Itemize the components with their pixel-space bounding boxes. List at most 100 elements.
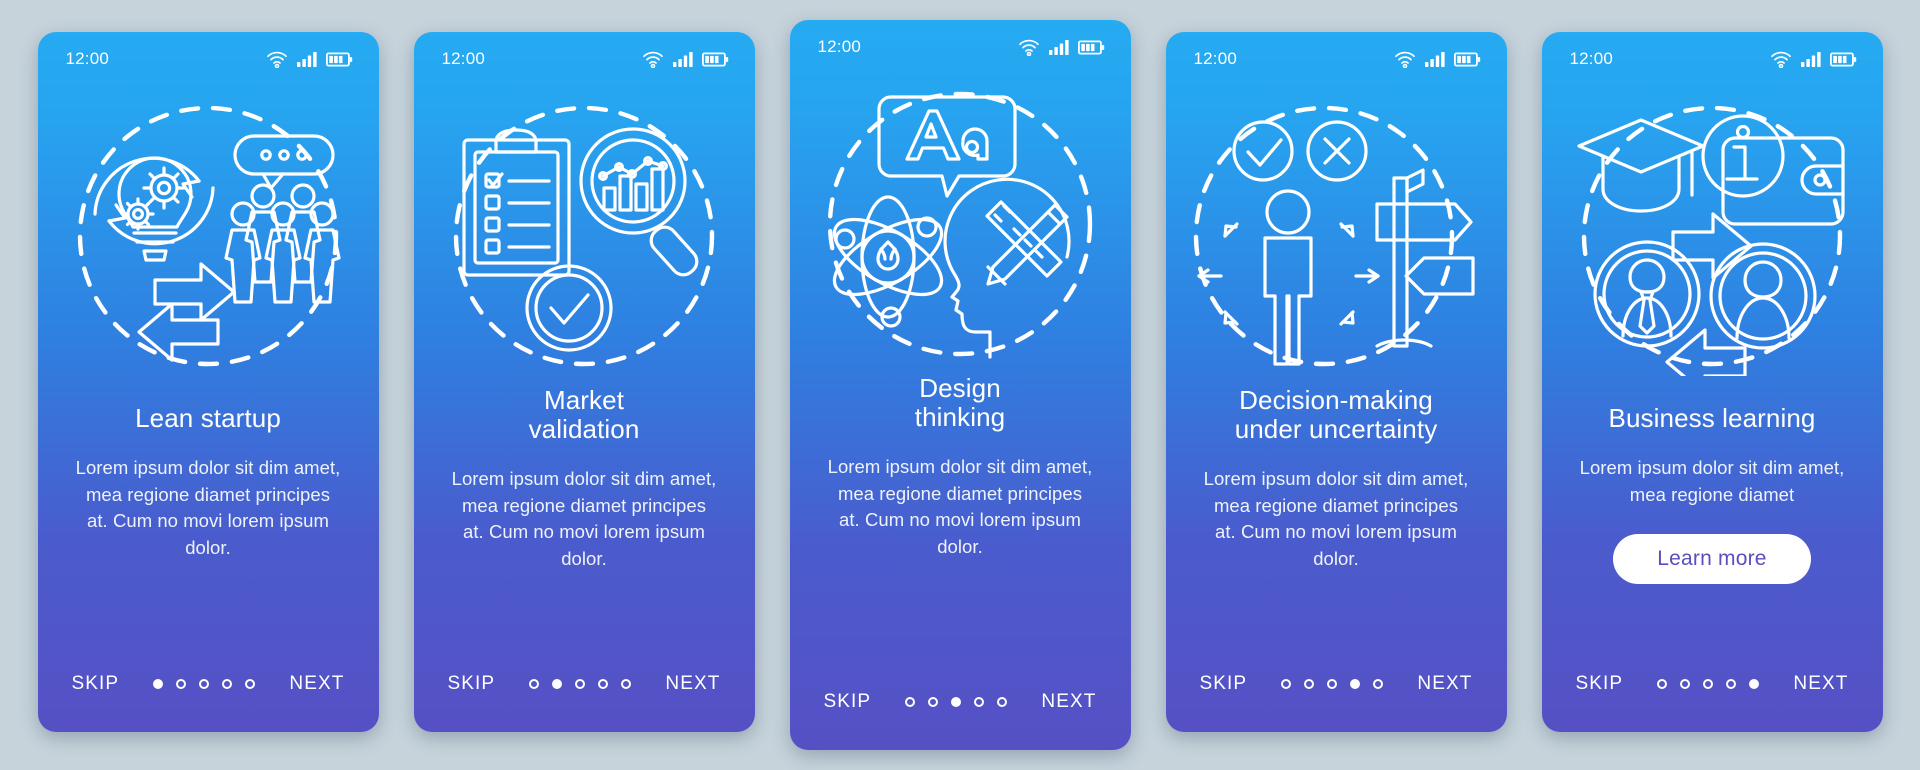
signal-icon — [1424, 51, 1445, 67]
text-block: Decision-making under uncertainty Lorem … — [1166, 385, 1507, 636]
battery-icon — [1829, 52, 1857, 67]
skip-button[interactable]: SKIP — [72, 673, 120, 695]
screen-body: Lorem ipsum dolor sit dim amet, mea regi… — [827, 456, 1093, 558]
page-dot[interactable] — [199, 679, 210, 689]
page-dot[interactable] — [928, 697, 939, 707]
page-dot[interactable] — [222, 679, 233, 689]
title-line: Lean startup — [135, 403, 281, 433]
screen-title: Business learning — [1609, 403, 1816, 433]
screen-body: Lorem ipsum dolor sit dim amet, mea regi… — [451, 468, 717, 570]
status-bar: 12:00 — [1542, 32, 1883, 86]
page-indicator-dots — [1281, 679, 1384, 689]
screen-body: Lorem ipsum dolor sit dim amet, mea regi… — [75, 457, 341, 558]
next-button[interactable]: NEXT — [1041, 691, 1096, 713]
onboarding-screen-decision-making: 12:00 Decision-making under uncertainty … — [1165, 32, 1507, 732]
page-dot[interactable] — [1726, 679, 1737, 689]
screen-title: Decision-making under uncertainty — [1234, 385, 1438, 445]
page-dot[interactable] — [552, 679, 563, 689]
page-dot[interactable] — [1657, 679, 1668, 689]
next-button[interactable]: NEXT — [1793, 673, 1848, 695]
title-line: under uncertainty — [1234, 414, 1438, 445]
title-line: Market — [543, 385, 625, 415]
status-bar: 12:00 — [1166, 32, 1507, 86]
page-dot[interactable] — [176, 679, 187, 689]
page-dot[interactable] — [1749, 679, 1760, 689]
battery-icon — [1077, 40, 1105, 55]
status-icon-group — [642, 51, 729, 68]
illustration-typography-atom-head — [790, 74, 1131, 374]
page-indicator-dots — [905, 697, 1008, 707]
page-dot[interactable] — [1327, 679, 1338, 689]
next-button[interactable]: NEXT — [289, 673, 344, 695]
page-dot[interactable] — [974, 697, 985, 707]
illustration-graduation-wallet-people — [1542, 86, 1883, 386]
screen-title: Lean startup — [135, 403, 281, 433]
wifi-icon — [266, 51, 288, 68]
page-indicator-dots — [153, 679, 256, 689]
page-dot[interactable] — [598, 679, 609, 689]
illustration-lightbulb-gears-team — [38, 86, 379, 386]
status-clock: 12:00 — [1569, 49, 1614, 68]
status-clock: 12:00 — [1193, 49, 1238, 68]
text-block: Market validation Lorem ipsum dolor sit … — [414, 385, 755, 636]
screen-title: Design thinking — [914, 373, 1006, 433]
signal-icon — [1800, 51, 1821, 67]
skip-button[interactable]: SKIP — [1200, 673, 1248, 695]
status-clock: 12:00 — [441, 49, 486, 68]
title-line: Design — [919, 373, 1001, 403]
page-dot[interactable] — [575, 679, 586, 689]
page-indicator-dots — [529, 679, 632, 689]
title-line: Decision-making — [1239, 385, 1433, 415]
page-dot[interactable] — [621, 679, 632, 689]
screen-footer: SKIP NEXT — [38, 636, 379, 732]
status-icon-group — [1394, 51, 1481, 68]
page-dot[interactable] — [997, 697, 1008, 707]
wifi-icon — [1770, 51, 1792, 68]
page-dot[interactable] — [245, 679, 256, 689]
signal-icon — [672, 51, 693, 67]
onboarding-screen-design-thinking: 12:00 Design thinking Lorem ipsum dolor … — [789, 20, 1131, 750]
title-line: validation — [528, 414, 640, 445]
page-dot[interactable] — [153, 679, 164, 689]
skip-button[interactable]: SKIP — [824, 691, 872, 713]
page-dot[interactable] — [1350, 679, 1361, 689]
status-icon-group — [1770, 51, 1857, 68]
page-indicator-dots — [1657, 679, 1760, 689]
status-bar: 12:00 — [790, 20, 1131, 74]
next-button[interactable]: NEXT — [665, 673, 720, 695]
page-dot[interactable] — [1304, 679, 1315, 689]
illustration-person-signpost-choice — [1166, 86, 1507, 386]
battery-icon — [325, 52, 353, 67]
screen-footer: SKIP NEXT — [414, 636, 755, 732]
screen-body: Lorem ipsum dolor sit dim amet, mea regi… — [1203, 468, 1469, 570]
page-dot[interactable] — [1680, 679, 1691, 689]
onboarding-screens-board: 12:00 Lean startup Lorem ipsum dolor sit… — [0, 0, 1920, 770]
onboarding-screen-market-validation: 12:00 Market validation Lorem ipsum dolo… — [413, 32, 755, 732]
next-button[interactable]: NEXT — [1417, 673, 1472, 695]
status-bar: 12:00 — [38, 32, 379, 86]
page-dot[interactable] — [905, 697, 916, 707]
title-line: thinking — [914, 402, 1006, 433]
onboarding-screen-lean-startup: 12:00 Lean startup Lorem ipsum dolor sit… — [37, 32, 379, 732]
skip-button[interactable]: SKIP — [1576, 673, 1624, 695]
illustration-clipboard-magnifier-check — [414, 86, 755, 386]
screen-footer: SKIP NEXT — [1542, 636, 1883, 732]
page-dot[interactable] — [529, 679, 540, 689]
status-clock: 12:00 — [817, 37, 862, 56]
battery-icon — [701, 52, 729, 67]
page-dot[interactable] — [1703, 679, 1714, 689]
screen-body: Lorem ipsum dolor sit dim amet, mea regi… — [1579, 457, 1845, 505]
status-icon-group — [1018, 39, 1105, 56]
learn-more-button[interactable]: Learn more — [1613, 534, 1811, 585]
text-block: Business learning Lorem ipsum dolor sit … — [1542, 386, 1883, 636]
battery-icon — [1453, 52, 1481, 67]
status-icon-group — [266, 51, 353, 68]
text-block: Design thinking Lorem ipsum dolor sit di… — [790, 373, 1131, 654]
screen-footer: SKIP NEXT — [790, 654, 1131, 750]
page-dot[interactable] — [951, 697, 962, 707]
signal-icon — [1048, 39, 1069, 55]
page-dot[interactable] — [1281, 679, 1292, 689]
page-dot[interactable] — [1373, 679, 1384, 689]
screen-footer: SKIP NEXT — [1166, 636, 1507, 732]
skip-button[interactable]: SKIP — [448, 673, 496, 695]
